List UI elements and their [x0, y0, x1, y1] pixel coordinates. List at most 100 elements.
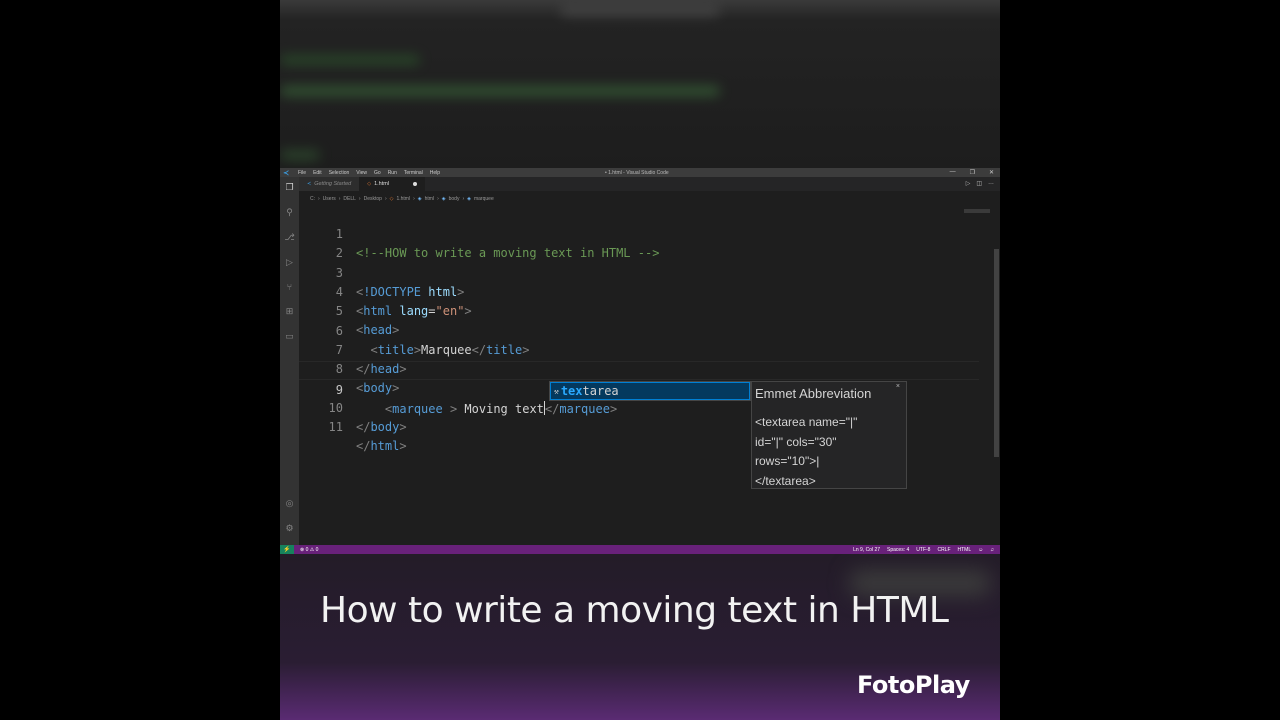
source-control-icon[interactable]: ⎇ — [284, 232, 295, 243]
menu-terminal[interactable]: Terminal — [404, 170, 423, 176]
code-line: 6 <title>Marquee</title> — [299, 303, 979, 357]
search-icon[interactable]: ⚲ — [284, 207, 295, 218]
run-icon[interactable]: ▷ — [966, 180, 971, 187]
vertical-scrollbar[interactable] — [993, 205, 1000, 545]
unsaved-dot-icon[interactable] — [413, 182, 418, 186]
window-title: • 1.html - Visual Studio Code — [605, 170, 669, 176]
code-line: 2 — [299, 225, 979, 260]
breadcrumb-item[interactable]: 1.html — [396, 196, 410, 202]
chevron-right-icon: › — [384, 196, 387, 202]
remote-indicator-icon[interactable]: ⚡ — [280, 545, 294, 554]
suggestion-details: Emmet Abbreviation × <textarea name="|" … — [751, 381, 907, 489]
menu-view[interactable]: View — [356, 170, 367, 176]
cursor-position[interactable]: Ln 9, Col 27 — [853, 547, 880, 553]
breadcrumb: C: › Users › DELL › Desktop › ◇ 1.html › ◈ html… — [310, 196, 494, 202]
settings-gear-icon[interactable]: ⚙ — [284, 523, 295, 534]
suggestion-rest: tarea — [582, 384, 619, 398]
split-editor-icon[interactable]: ◫ — [976, 180, 982, 187]
feedback-icon[interactable]: ☺ — [978, 547, 983, 553]
code-editor[interactable]: 1 <!--HOW to write a moving text in HTML… — [299, 205, 993, 545]
menu-bar: File Edit Selection View Go Run Terminal… — [298, 170, 447, 176]
end-of-line[interactable]: CRLF — [937, 547, 950, 553]
chevron-right-icon: › — [413, 196, 415, 202]
vscode-window: ≺ File Edit Selection View Go Run Termin… — [280, 168, 1000, 554]
suggestion-match: tex — [560, 384, 583, 398]
indentation[interactable]: Spaces: 4 — [887, 547, 909, 553]
chevron-right-icon: › — [358, 196, 361, 202]
details-title: Emmet Abbreviation — [755, 386, 872, 401]
scrollbar-thumb[interactable] — [994, 249, 999, 457]
tab-getting-started[interactable]: ≺ Getting Started — [299, 177, 360, 191]
extensions-icon[interactable]: ⊞ — [284, 306, 295, 317]
blur-stripe — [280, 86, 720, 96]
language-mode[interactable]: HTML — [958, 547, 972, 553]
chevron-right-icon: › — [318, 196, 320, 202]
code-line: 7 </head> — [299, 322, 979, 376]
video-caption: How to write a moving text in HTML — [320, 590, 949, 631]
html-file-icon: ◇ — [367, 181, 372, 187]
breadcrumb-item[interactable]: body — [449, 196, 460, 202]
menu-file[interactable]: File — [298, 170, 306, 176]
title-bar: ≺ File Edit Selection View Go Run Termin… — [280, 168, 1000, 177]
encoding[interactable]: UTF-8 — [916, 547, 930, 553]
current-code-line: 9 <marquee > Moving text</marquee> — [299, 361, 979, 416]
breadcrumb-item[interactable]: Users — [323, 196, 336, 202]
menu-edit[interactable]: Edit — [313, 170, 322, 176]
blur-stripe — [280, 55, 420, 65]
menu-help[interactable]: Help — [430, 170, 440, 176]
symbol-icon: ◈ — [417, 196, 422, 202]
blur-stripe — [280, 150, 320, 160]
breadcrumb-item[interactable]: C: — [310, 196, 315, 202]
status-right: Ln 9, Col 27 Spaces: 4 UTF-8 CRLF HTML ☺… — [853, 547, 994, 553]
line-number: 11 — [328, 420, 343, 434]
symbol-icon: ◈ — [441, 196, 446, 202]
menu-selection[interactable]: Selection — [329, 170, 350, 176]
problems-indicator[interactable]: ⊗ 0 ⚠ 0 — [300, 547, 318, 553]
window-controls: — ❐ ✕ — [950, 169, 994, 176]
explorer-icon[interactable]: ❐ — [284, 182, 295, 193]
restore-icon[interactable]: ❐ — [970, 169, 975, 176]
html-file-icon: ◇ — [389, 196, 394, 202]
remote-icon[interactable]: ▭ — [284, 331, 295, 342]
symbol-icon: ◈ — [467, 196, 471, 202]
fotoplay-watermark: FotoPlay — [857, 671, 970, 699]
status-left: ⊗ 0 ⚠ 0 — [300, 547, 318, 553]
suggestion-item-textarea[interactable]: ⚒ tex tarea — [550, 382, 750, 400]
chevron-right-icon: › — [462, 196, 465, 202]
more-actions-icon[interactable]: … — [988, 180, 994, 187]
close-icon[interactable]: ✕ — [989, 169, 994, 176]
blur-stripe — [560, 6, 720, 16]
breadcrumb-item[interactable]: DELL — [343, 196, 356, 202]
code-line: 4 <html lang="en"> — [299, 264, 979, 318]
blurred-background — [280, 0, 1000, 168]
code-line: 5 <head> — [299, 283, 979, 337]
tab-label: Getting Started — [314, 181, 352, 187]
code-line: 8 <body> — [299, 341, 979, 395]
breadcrumb-item[interactable]: Desktop — [364, 196, 382, 202]
status-bar: ⚡ ⊗ 0 ⚠ 0 Ln 9, Col 27 Spaces: 4 UTF-8 C… — [280, 545, 1000, 554]
chevron-right-icon: › — [437, 196, 439, 202]
suggestion-widget: ⚒ tex tarea — [549, 381, 751, 401]
chevron-right-icon: › — [338, 196, 341, 202]
activity-bar: ❐ ⚲ ⎇ ▷ ⑂ ⊞ ▭ ◎ ⚙ — [280, 177, 299, 545]
wrench-icon: ⚒ — [554, 386, 559, 396]
minimize-icon[interactable]: — — [950, 169, 956, 176]
breadcrumb-item[interactable]: html — [425, 196, 434, 202]
menu-go[interactable]: Go — [374, 170, 381, 176]
code-line: 1 <!--HOW to write a moving text in HTML… — [299, 206, 979, 260]
details-body: <textarea name="|" id="|" cols="30" rows… — [755, 415, 858, 488]
run-debug-icon[interactable]: ▷ — [284, 257, 295, 268]
code-text: </html> — [356, 439, 407, 453]
notifications-bell-icon[interactable]: ♫ — [990, 547, 994, 553]
remote-explorer-icon[interactable]: ⑂ — [284, 281, 295, 292]
code-text: </body> — [356, 420, 407, 434]
tab-bar: ≺ Getting Started ◇ 1.html — [299, 177, 1000, 191]
minimap-slider[interactable] — [964, 209, 990, 213]
menu-run[interactable]: Run — [388, 170, 397, 176]
account-icon[interactable]: ◎ — [284, 498, 295, 509]
code-line: 3 <!DOCTYPE html> — [299, 245, 979, 299]
breadcrumb-item[interactable]: marquee — [474, 196, 494, 202]
tab-label: 1.html — [374, 181, 390, 187]
tab-1-html[interactable]: ◇ 1.html — [359, 177, 426, 191]
close-icon[interactable]: × — [896, 383, 900, 390]
